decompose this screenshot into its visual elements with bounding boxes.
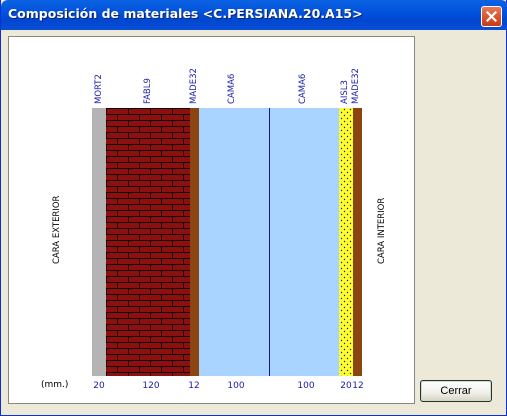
layer-cama6-left: [199, 108, 269, 376]
layer-mort2: [92, 108, 106, 376]
dialog-window: Composición de materiales <C.PERSIANA.20…: [0, 0, 507, 416]
layer-code-fabl9: FABL9: [143, 78, 153, 104]
layer-code-made32-right: MADE32: [351, 68, 361, 104]
wall-section-diagram: [92, 108, 362, 376]
layer-made32-left: [190, 108, 199, 376]
layer-cama6-right: [270, 108, 339, 376]
units-label: (mm.): [41, 380, 69, 390]
interior-face-label: CARA INTERIOR: [377, 197, 387, 264]
thickness-made32-left: 12: [188, 381, 200, 391]
thickness-fabl9: 120: [142, 381, 160, 391]
layer-code-mort2: MORT2: [94, 74, 104, 104]
thickness-cama6-left: 100: [227, 381, 245, 391]
layer-code-made32-left: MADE32: [189, 68, 199, 104]
layer-code-aisl3: AISL3: [340, 80, 350, 104]
thickness-cama6-right: 100: [297, 381, 315, 391]
layer-fabl9: [106, 108, 190, 376]
thickness-mort2: 20: [93, 381, 105, 391]
layer-made32-right: [353, 108, 362, 376]
thickness-made32-right: 12: [352, 381, 364, 391]
exterior-face-label: CARA EXTERIOR: [52, 195, 62, 264]
layer-code-cama6-right: CAMA6: [298, 73, 308, 104]
cerrar-button[interactable]: Cerrar: [420, 380, 492, 402]
layer-aisl3: [339, 108, 353, 376]
layer-code-cama6-left: CAMA6: [227, 73, 237, 104]
thickness-aisl3: 20: [340, 381, 352, 391]
